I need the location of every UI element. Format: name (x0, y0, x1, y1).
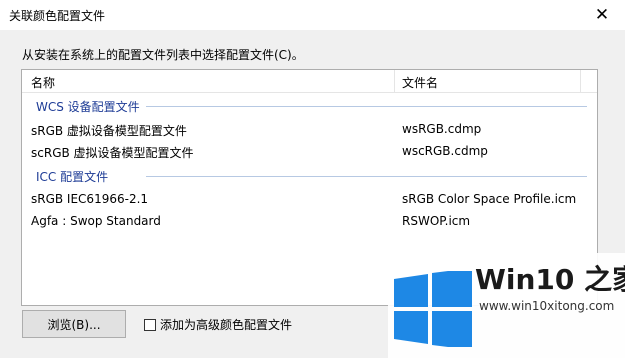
item-filename: wscRGB.cdmp (402, 144, 488, 158)
item-name: scRGB 虚拟设备模型配置文件 (31, 146, 194, 160)
close-icon: ✕ (594, 5, 610, 25)
item-filename: sRGB Color Space Profile.icm (402, 192, 577, 206)
checkbox-box[interactable] (144, 318, 156, 331)
list-item[interactable]: scRGB 虚拟设备模型配置文件 wscRGB.cdmp (22, 141, 597, 163)
column-divider[interactable] (394, 70, 395, 92)
group-title: ICC 配置文件 (36, 170, 109, 184)
list-item[interactable]: Agfa : Swop Standard RSWOP.icm (22, 211, 597, 233)
group-header-icc[interactable]: ICC 配置文件 (22, 166, 597, 186)
group-separator-line (146, 176, 587, 177)
watermark-brand: Win10 之家 (475, 263, 625, 296)
title-bar: 关联颜色配置文件 ✕ (0, 0, 625, 30)
group-separator-line (146, 106, 587, 107)
column-header-filename[interactable]: 文件名 (402, 74, 438, 91)
list-item[interactable]: sRGB IEC61966-2.1 sRGB Color Space Profi… (22, 189, 597, 211)
item-name: Agfa : Swop Standard (31, 214, 161, 228)
group-title: WCS 设备配置文件 (36, 100, 140, 114)
list-item[interactable]: sRGB 虚拟设备模型配置文件 wsRGB.cdmp (22, 119, 597, 141)
close-button[interactable]: ✕ (579, 0, 625, 30)
item-name: sRGB 虚拟设备模型配置文件 (31, 124, 187, 138)
item-filename: wsRGB.cdmp (402, 122, 482, 136)
list-header: 名称 文件名 (22, 70, 597, 93)
instruction-label: 从安装在系统上的配置文件列表中选择配置文件(C)。 (22, 48, 304, 62)
column-header-name[interactable]: 名称 (31, 74, 55, 91)
watermark-logo: Win10 之家 www.win10xitong.com (388, 253, 625, 358)
checkbox-label: 添加为高级颜色配置文件 (160, 318, 293, 332)
browse-button[interactable]: 浏览(B)... (22, 310, 126, 338)
window-title: 关联颜色配置文件 (9, 9, 106, 23)
advanced-profile-checkbox[interactable]: 添加为高级颜色配置文件 (144, 316, 292, 333)
group-header-wcs[interactable]: WCS 设备配置文件 (22, 96, 597, 116)
item-name: sRGB IEC61966-2.1 (31, 192, 149, 206)
windows-logo-icon (394, 271, 472, 347)
column-divider[interactable] (580, 70, 581, 92)
item-filename: RSWOP.icm (402, 214, 471, 228)
watermark-url: www.win10xitong.com (479, 299, 615, 313)
